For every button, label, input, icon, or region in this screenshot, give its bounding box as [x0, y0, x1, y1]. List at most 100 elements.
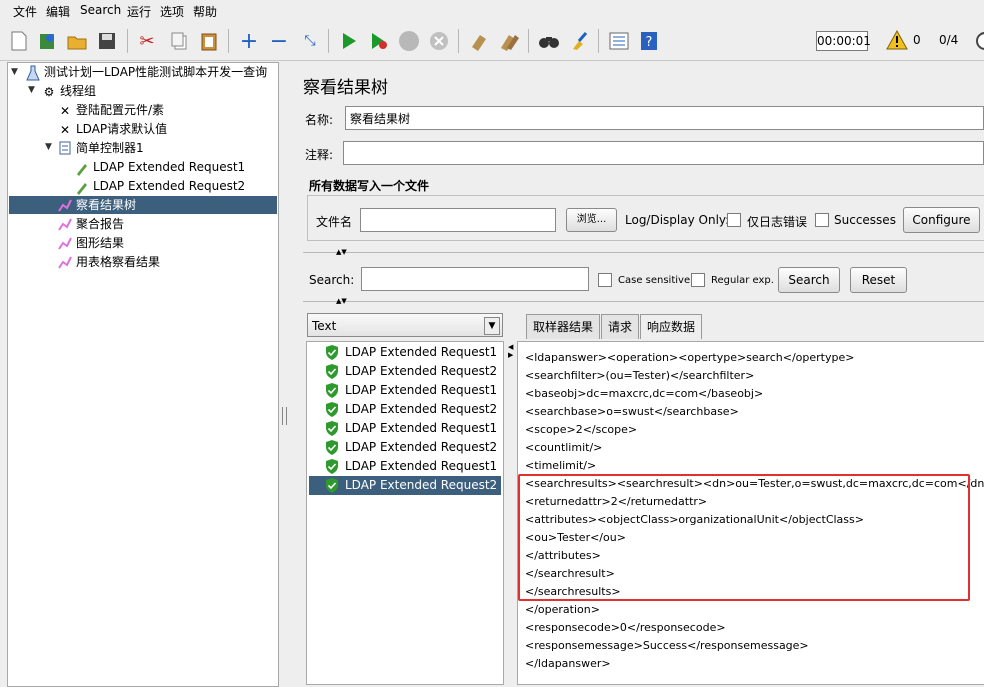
tree-item-view-results-tree[interactable]: 察看结果树 [9, 196, 277, 214]
new-icon[interactable] [6, 28, 32, 54]
tree-item-table-results[interactable]: 用表格察看结果 [57, 253, 160, 271]
shutdown-icon[interactable] [426, 28, 452, 54]
reset-button[interactable]: Reset [850, 267, 907, 293]
tree-item-simple-controller[interactable]: 简单控制器1 [57, 139, 144, 157]
tab-response-data[interactable]: 响应数据 [640, 314, 703, 339]
test-plan-icon [25, 65, 41, 81]
menu-edit[interactable]: 编辑 [46, 3, 70, 20]
help-icon[interactable]: ? [636, 28, 662, 54]
result-item[interactable]: LDAP Extended Request1 [309, 343, 501, 362]
pane-splitter[interactable] [280, 62, 288, 685]
result-item[interactable]: LDAP Extended Request1 [309, 457, 501, 476]
regex-label: Regular exp. [711, 275, 774, 286]
result-item[interactable]: LDAP Extended Request1 [309, 381, 501, 400]
tools-icon: ✕ [59, 122, 71, 137]
controller-icon [57, 141, 73, 157]
clear-all-icon[interactable] [496, 28, 522, 54]
browse-button[interactable]: 浏览... [566, 208, 617, 232]
start-icon[interactable] [336, 28, 362, 54]
response-line: <searchfilter>(ou=Tester)</searchfilter> [525, 369, 755, 382]
menu-options[interactable]: 选项 [160, 3, 184, 20]
search-icon[interactable] [536, 28, 562, 54]
filename-label: 文件名 [316, 215, 353, 229]
result-item[interactable]: LDAP Extended Request2 [309, 362, 501, 381]
response-line: <scope>2</scope> [525, 423, 638, 436]
tree-item-thread-group[interactable]: ⚙ 线程组 [41, 82, 96, 100]
tree-item-test-plan[interactable]: 测试计划一LDAP性能测试脚本开发一查询 [25, 63, 267, 81]
result-item[interactable]: LDAP Extended Request1 [309, 419, 501, 438]
splitter-arrows-icon[interactable]: ◀ ▶ [508, 343, 513, 359]
function-helper-icon[interactable] [606, 28, 632, 54]
case-sensitive-checkbox[interactable] [598, 273, 612, 287]
tab-request[interactable]: 请求 [601, 314, 640, 339]
clear-icon[interactable] [466, 28, 492, 54]
tab-sampler-result[interactable]: 取样器结果 [526, 314, 601, 339]
tree-item-ldap-defaults[interactable]: ✕ LDAP请求默认值 [57, 120, 167, 138]
configure-button[interactable]: Configure [903, 207, 980, 233]
filename-field[interactable] [360, 208, 556, 232]
reset-search-icon[interactable] [566, 28, 592, 54]
response-line: <searchbase>o=swust</searchbase> [525, 405, 739, 418]
comment-field[interactable] [343, 141, 984, 165]
status-indicator-icon [975, 32, 984, 53]
copy-icon[interactable] [166, 28, 192, 54]
response-line: </ldapanswer> [525, 657, 611, 670]
collapse-icon[interactable]: − [266, 28, 292, 54]
cut-icon[interactable]: ✂ [134, 28, 160, 54]
name-label: 名称: [305, 113, 334, 127]
page-title: 察看结果树 [303, 78, 388, 98]
tree-item-login-config[interactable]: ✕ 登陆配置元件/素 [57, 101, 164, 119]
collapse-toggle-icon[interactable]: ▼ [45, 142, 52, 152]
regex-checkbox[interactable] [691, 273, 705, 287]
success-shield-icon [326, 459, 338, 474]
collapse-toggle-icon[interactable]: ▼ [28, 85, 35, 95]
menu-help[interactable]: 帮助 [193, 3, 217, 20]
chevron-down-icon[interactable]: ▼ [484, 317, 500, 335]
section-divider[interactable] [303, 252, 984, 253]
tree-item-request1[interactable]: LDAP Extended Request1 [74, 158, 245, 176]
collapse-toggle-icon[interactable]: ▼ [11, 67, 18, 77]
save-icon[interactable] [94, 28, 120, 54]
success-shield-icon [326, 478, 338, 493]
response-line: <ldapanswer><operation><opertype>search<… [525, 351, 855, 364]
tree-item-aggregate-report[interactable]: 聚合报告 [57, 215, 124, 233]
divider-arrows-icon[interactable]: ▲▼ [336, 248, 347, 256]
result-item[interactable]: LDAP Extended Request2 [309, 438, 501, 457]
menu-search[interactable]: Search [80, 3, 121, 17]
renderer-select[interactable]: Text ▼ [307, 313, 503, 337]
menu-run[interactable]: 运行 [127, 3, 151, 20]
errors-only-checkbox[interactable] [727, 213, 741, 227]
menu-file[interactable]: 文件 [13, 3, 37, 20]
toggle-icon[interactable]: ⤡ [297, 28, 323, 54]
success-shield-icon [326, 440, 338, 455]
comment-label: 注释: [305, 148, 334, 162]
open-icon[interactable] [64, 28, 90, 54]
tree-item-graph-results[interactable]: 图形结果 [57, 234, 124, 252]
warning-icon[interactable] [886, 29, 908, 53]
result-list: LDAP Extended Request1 LDAP Extended Requ… [306, 341, 504, 685]
success-shield-icon [326, 421, 338, 436]
templates-icon[interactable] [35, 28, 61, 54]
tools-icon: ✕ [59, 103, 71, 118]
result-item[interactable]: LDAP Extended Request2 [309, 400, 501, 419]
result-item[interactable]: LDAP Extended Request2 [309, 476, 501, 495]
pipette-icon [74, 179, 90, 195]
response-line: <baseobj>dc=maxcrc,dc=com</baseobj> [525, 387, 764, 400]
file-section-title: 所有数据写入一个文件 [309, 179, 430, 193]
search-button[interactable]: Search [778, 267, 840, 293]
section-divider[interactable] [303, 301, 984, 302]
divider-arrows-icon[interactable]: ▲▼ [336, 297, 347, 305]
response-line: <responsecode>0</responsecode> [525, 621, 726, 634]
search-input[interactable] [361, 267, 589, 291]
paste-icon[interactable] [196, 28, 222, 54]
response-line: </operation> [525, 603, 600, 616]
highlight-box [518, 474, 970, 601]
tree-item-request2[interactable]: LDAP Extended Request2 [74, 177, 245, 195]
name-field[interactable]: 察看结果树 [345, 106, 984, 130]
expand-icon[interactable]: + [236, 28, 262, 54]
start-no-pause-icon[interactable] [366, 28, 392, 54]
successes-checkbox[interactable] [815, 213, 829, 227]
stop-icon[interactable] [396, 28, 422, 54]
active-threads: 0/4 [939, 33, 959, 47]
search-label: Search: [309, 273, 355, 287]
